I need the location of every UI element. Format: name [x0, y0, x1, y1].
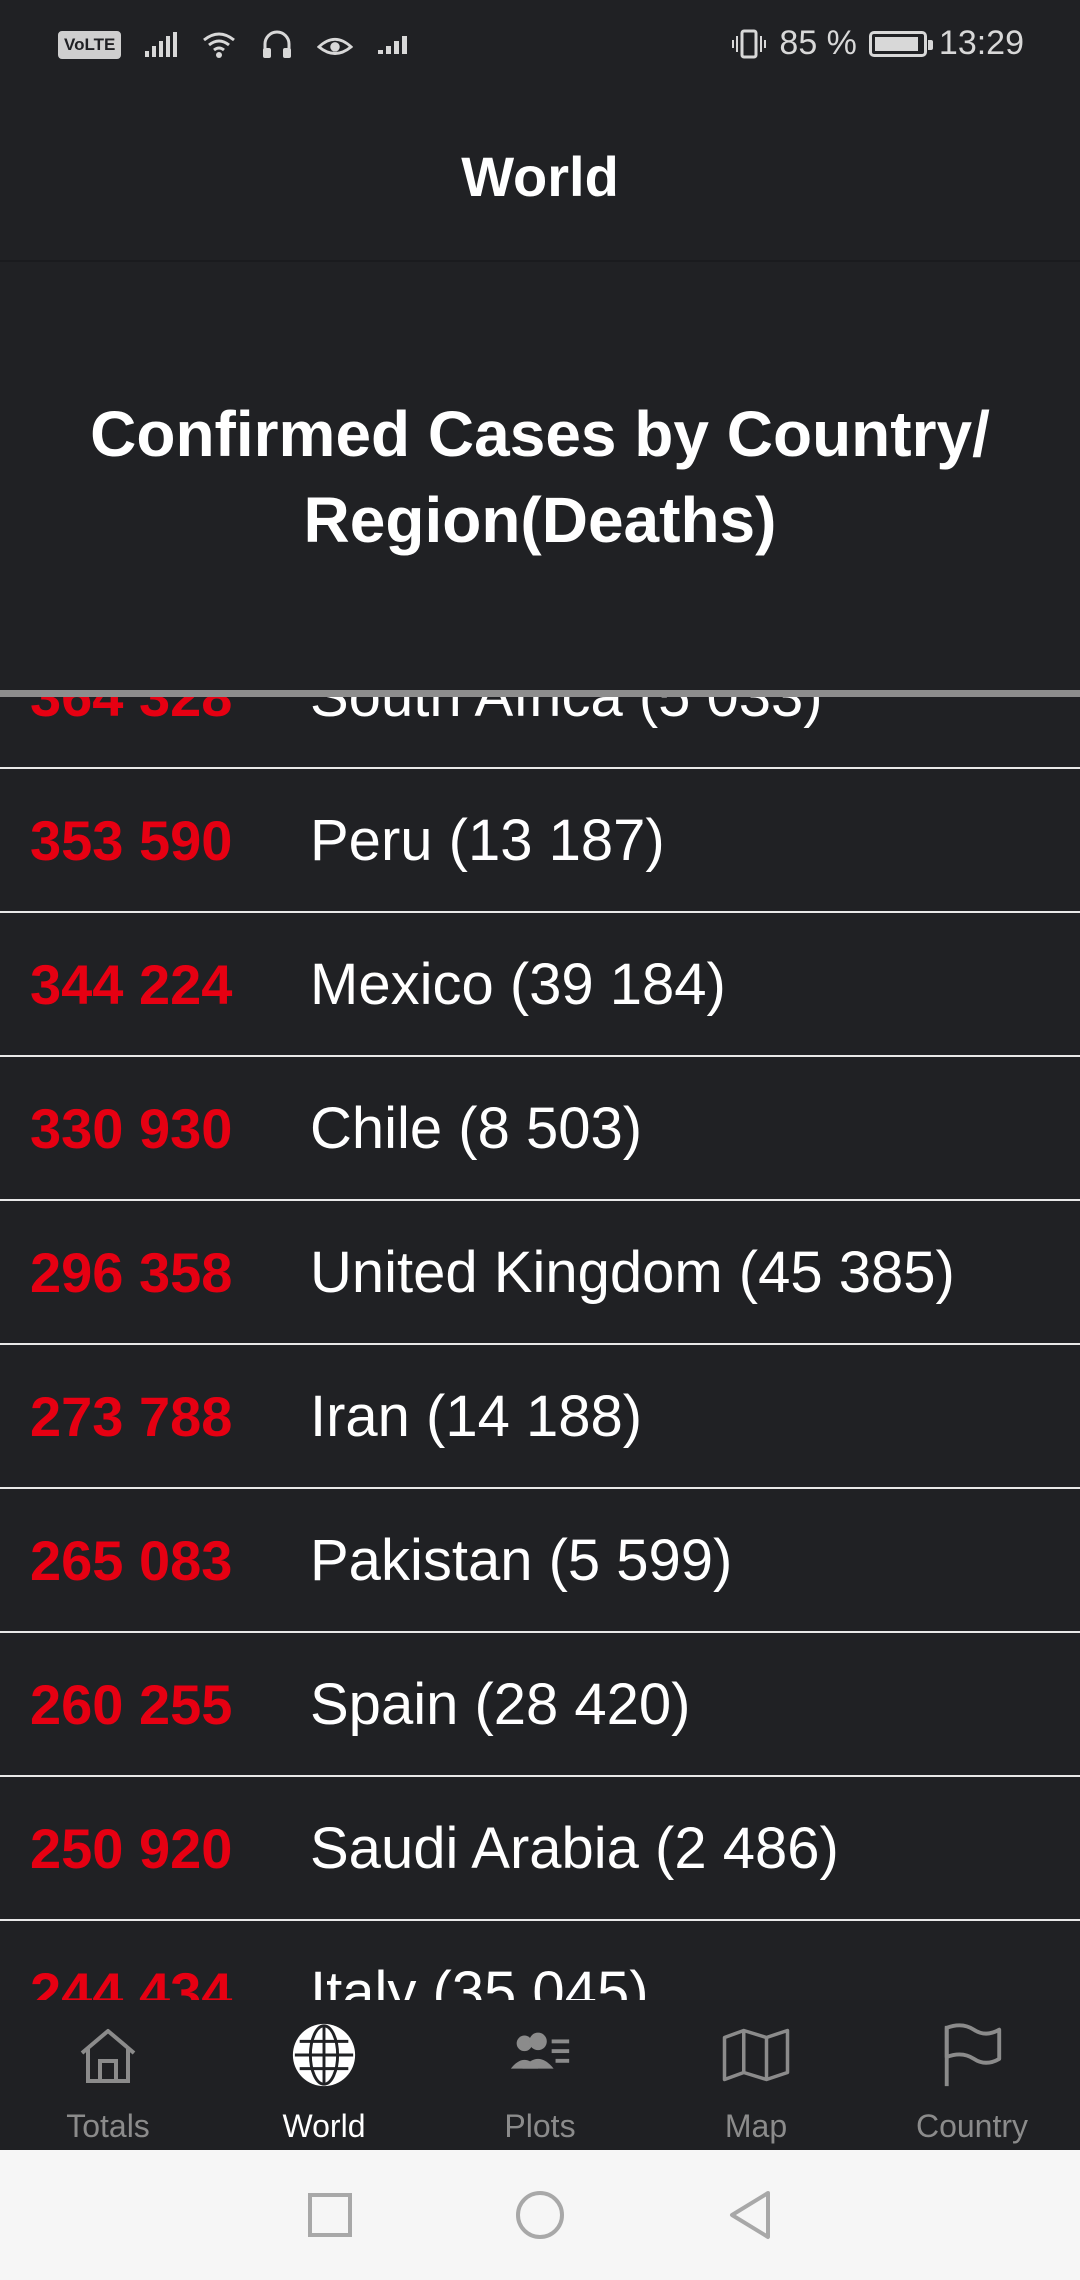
app-bar: World — [0, 92, 1080, 260]
confirmed-count: 344 224 — [30, 952, 233, 1016]
globe-icon — [289, 2020, 359, 2090]
headphones-icon — [259, 28, 295, 62]
list-item[interactable]: 250 920 Saudi Arabia (2 486) — [0, 1777, 1080, 1921]
country-name: Pakistan (5 599) — [310, 1527, 733, 1593]
system-nav-bar — [0, 2150, 1080, 2280]
section-title: Confirmed Cases by Country/ Region(Death… — [90, 398, 990, 556]
status-icons-right: 85 % 13:29 — [731, 24, 1024, 63]
wifi-icon — [201, 28, 237, 62]
confirmed-count: 330 930 — [30, 1096, 233, 1160]
people-list-icon — [505, 2020, 575, 2090]
country-name: United Kingdom (45 385) — [310, 1239, 955, 1305]
country-list-content: 364 328 South Africa (5 033) 353 590 Per… — [0, 697, 1080, 2000]
signal-icon — [143, 28, 179, 62]
confirmed-count: 260 255 — [30, 1672, 233, 1736]
country-name: Spain (28 420) — [310, 1671, 691, 1737]
battery-percent: 85 % — [779, 24, 857, 62]
flag-icon — [937, 2020, 1007, 2090]
nav-label: Totals — [66, 2108, 150, 2144]
country-list[interactable]: 364 328 South Africa (5 033) 353 590 Per… — [0, 697, 1080, 2000]
confirmed-count: 364 328 — [30, 697, 280, 729]
vibrate-icon — [731, 27, 767, 61]
country-name: Chile (8 503) — [310, 1095, 643, 1161]
confirmed-count: 265 083 — [30, 1528, 233, 1592]
country-name: Iran (14 188) — [310, 1383, 643, 1449]
nav-label: Country — [915, 2108, 1029, 2144]
section-header: Confirmed Cases by Country/ Region(Death… — [0, 262, 1080, 692]
page-title: World — [461, 144, 619, 208]
clock: 13:29 — [938, 24, 1024, 62]
battery-icon — [868, 30, 933, 57]
list-item[interactable]: 330 930 Chile (8 503) — [0, 1057, 1080, 1201]
recents-button[interactable] — [300, 2185, 360, 2245]
bottom-nav: Totals World Plots Map Country — [0, 2000, 1080, 2150]
country-name: Italy (35 045) — [310, 1959, 649, 2001]
status-bar: VoLTE 85 % 13:29 — [0, 0, 1080, 92]
nav-totals[interactable]: Totals — [0, 2000, 216, 2150]
back-button[interactable] — [720, 2185, 780, 2245]
country-name: Peru (13 187) — [310, 807, 665, 873]
nav-label: Plots — [504, 2108, 576, 2144]
nav-world[interactable]: World — [216, 2000, 432, 2150]
status-icons-left: VoLTE — [58, 28, 411, 62]
data-speed-icon — [375, 28, 411, 62]
nav-label: Map — [724, 2108, 788, 2144]
country-name: Saudi Arabia (2 486) — [310, 1815, 839, 1881]
nav-country[interactable]: Country — [864, 2000, 1080, 2150]
list-item[interactable]: 364 328 South Africa (5 033) — [0, 697, 1080, 769]
list-item[interactable]: 344 224 Mexico (39 184) — [0, 913, 1080, 1057]
eye-icon — [317, 28, 354, 62]
nav-label: World — [282, 2108, 366, 2144]
confirmed-count: 250 920 — [30, 1816, 233, 1880]
list-item[interactable]: 260 255 Spain (28 420) — [0, 1633, 1080, 1777]
header-divider — [0, 690, 1080, 697]
list-item[interactable]: 296 358 United Kingdom (45 385) — [0, 1201, 1080, 1345]
home-button[interactable] — [510, 2185, 570, 2245]
confirmed-count: 244 434 — [30, 1960, 233, 2001]
country-name: South Africa (5 033) — [310, 697, 823, 730]
volte-badge: VoLTE — [58, 31, 122, 59]
list-item[interactable]: 244 434 Italy (35 045) — [0, 1921, 1080, 2001]
list-item[interactable]: 265 083 Pakistan (5 599) — [0, 1489, 1080, 1633]
confirmed-count: 353 590 — [30, 808, 233, 872]
map-icon — [721, 2020, 791, 2090]
home-icon — [73, 2020, 143, 2090]
list-item[interactable]: 353 590 Peru (13 187) — [0, 769, 1080, 913]
nav-map[interactable]: Map — [648, 2000, 864, 2150]
country-name: Mexico (39 184) — [310, 951, 726, 1017]
list-item[interactable]: 273 788 Iran (14 188) — [0, 1345, 1080, 1489]
confirmed-count: 296 358 — [30, 1240, 233, 1304]
nav-plots[interactable]: Plots — [432, 2000, 648, 2150]
confirmed-count: 273 788 — [30, 1384, 233, 1448]
